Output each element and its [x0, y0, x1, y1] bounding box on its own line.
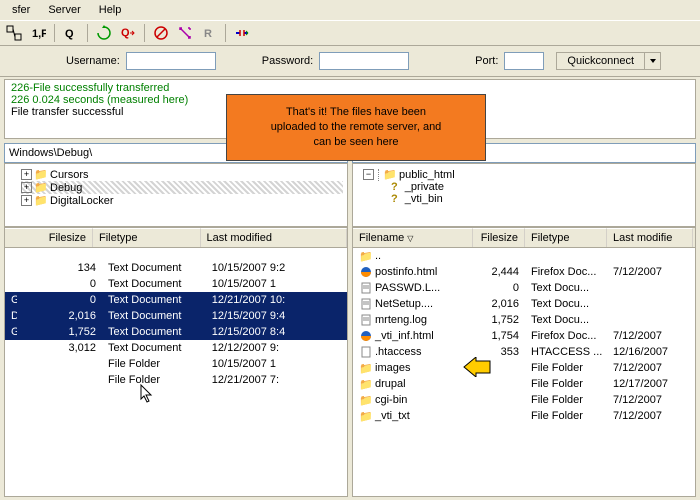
table-row[interactable]: G1,752Text Document12/15/2007 8:4 — [5, 324, 347, 340]
unknown-icon: ? — [391, 193, 398, 205]
expand-icon[interactable]: + — [21, 195, 32, 206]
local-columns: Filesize Filetype Last modified — [5, 228, 347, 248]
log-line: 226-File successfully transferred — [11, 82, 689, 94]
folder-icon: 📁 — [383, 168, 397, 181]
folder-icon: 📁 — [34, 194, 48, 207]
toolbar-separator — [54, 24, 55, 42]
tutorial-callout: That's it! The files have been uploaded … — [226, 94, 486, 161]
table-row[interactable]: PASSWD.L...0Text Docu... — [353, 280, 695, 296]
table-row[interactable]: .htaccess353HTACCESS ...12/16/2007 — [353, 344, 695, 360]
process-queue-icon[interactable]: Q — [118, 23, 138, 43]
quickconnect-dropdown-icon[interactable] — [645, 52, 661, 70]
text-file-icon — [359, 297, 373, 311]
password-input[interactable] — [319, 52, 409, 70]
table-row[interactable]: 📁imagesFile Folder7/12/2007 — [353, 360, 695, 376]
svg-text:R: R — [204, 28, 212, 40]
folder-icon: 📁 — [34, 168, 48, 181]
local-file-list[interactable]: Filesize Filetype Last modified 134Text … — [4, 227, 348, 497]
password-label: Password: — [262, 55, 313, 67]
collapse-icon[interactable]: − — [363, 169, 374, 180]
text-file-icon — [359, 281, 373, 295]
local-tree[interactable]: +📁Cursors +📁Debug +📁DigitalLocker — [4, 163, 348, 227]
table-row[interactable]: mrteng.log1,752Text Docu... — [353, 312, 695, 328]
unknown-icon: ? — [391, 181, 398, 193]
toolbar-separator — [87, 24, 88, 42]
col-lastmod[interactable]: Last modified — [201, 228, 347, 247]
col-filetype[interactable]: Filetype — [525, 228, 607, 247]
username-input[interactable] — [126, 52, 216, 70]
table-row[interactable]: 📁drupalFile Folder12/17/2007 — [353, 376, 695, 392]
expand-icon[interactable]: + — [21, 169, 32, 180]
table-row[interactable]: NetSetup....2,016Text Docu... — [353, 296, 695, 312]
firefox-file-icon — [359, 265, 373, 279]
text-file-icon — [359, 313, 373, 327]
col-filesize[interactable]: Filesize — [5, 228, 93, 247]
folder-icon: 📁 — [359, 409, 373, 423]
table-row[interactable]: 0Text Document10/15/2007 1 — [5, 276, 347, 292]
tree-node[interactable]: DigitalLocker — [50, 195, 114, 207]
table-row[interactable]: G0Text Document12/21/2007 10: — [5, 292, 347, 308]
sort-desc-icon: ▽ — [407, 234, 413, 243]
svg-text:1,F: 1,F — [32, 28, 46, 40]
table-row[interactable]: File Folder12/21/2007 7: — [5, 372, 347, 388]
table-row[interactable]: postinfo.html2,444Firefox Doc...7/12/200… — [353, 264, 695, 280]
table-row[interactable]: _vti_inf.html1,754Firefox Doc...7/12/200… — [353, 328, 695, 344]
table-row[interactable]: 📁cgi-binFile Folder7/12/2007 — [353, 392, 695, 408]
callout-text: uploaded to the remote server, and — [235, 120, 477, 135]
folder-icon: 📁 — [359, 377, 373, 391]
remote-columns: Filename▽ Filesize Filetype Last modifie — [353, 228, 695, 248]
col-filesize[interactable]: Filesize — [473, 228, 525, 247]
folder-icon: 📁 — [34, 181, 48, 194]
expand-icon[interactable]: + — [21, 182, 32, 193]
quickconnect-button[interactable]: Quickconnect — [556, 52, 645, 70]
parent-dir-icon: 📁 — [359, 249, 373, 263]
file-icon — [359, 345, 373, 359]
menu-bar: sfer Server Help — [0, 0, 700, 20]
mouse-cursor-icon — [140, 384, 156, 407]
queue-icon[interactable]: Q — [61, 23, 81, 43]
col-filetype[interactable]: Filetype — [93, 228, 201, 247]
disconnect-icon[interactable] — [232, 23, 252, 43]
tree-node[interactable]: Cursors — [50, 169, 89, 181]
firefox-file-icon — [359, 329, 373, 343]
svg-text:Q: Q — [65, 28, 74, 40]
tree-node[interactable]: Debug — [50, 182, 82, 194]
table-row[interactable]: 3,012Text Document12/12/2007 9: — [5, 340, 347, 356]
table-row[interactable]: 134Text Document10/15/2007 9:2 — [5, 260, 347, 276]
port-label: Port: — [475, 55, 498, 67]
cancel-icon[interactable] — [151, 23, 171, 43]
svg-text:Q: Q — [121, 27, 130, 39]
table-row[interactable]: 📁_vti_txtFile Folder7/12/2007 — [353, 408, 695, 424]
remote-tree[interactable]: −📁public_html ? _private ? _vti_bin — [352, 163, 696, 227]
refresh-icon[interactable] — [94, 23, 114, 43]
callout-text: That's it! The files have been — [235, 105, 477, 120]
remote-file-list[interactable]: Filename▽ Filesize Filetype Last modifie… — [352, 227, 696, 497]
folder-icon: 📁 — [359, 393, 373, 407]
col-lastmod[interactable]: Last modifie — [607, 228, 693, 247]
callout-text: can be seen here — [235, 135, 477, 150]
toolbar-separator — [225, 24, 226, 42]
table-row[interactable]: 📁.. — [353, 248, 695, 264]
stop-icon[interactable] — [175, 23, 195, 43]
table-row[interactable]: DG2,016Text Document12/15/2007 9:4 — [5, 308, 347, 324]
port-input[interactable] — [504, 52, 544, 70]
menu-transfer[interactable]: sfer — [4, 2, 38, 18]
highlight-arrow-icon — [462, 357, 492, 380]
menu-server[interactable]: Server — [40, 2, 88, 18]
tree-node[interactable]: _vti_bin — [405, 193, 443, 205]
quickconnect-bar: Username: Password: Port: Quickconnect — [0, 46, 700, 77]
toggle-icon[interactable]: 1,F — [28, 23, 48, 43]
table-row[interactable]: File Folder10/15/2007 1 — [5, 356, 347, 372]
col-filename[interactable]: Filename▽ — [353, 228, 473, 247]
toolbar-separator — [144, 24, 145, 42]
tree-node[interactable]: public_html — [399, 169, 455, 181]
site-manager-icon[interactable] — [4, 23, 24, 43]
toolbar: 1,F Q Q R — [0, 20, 700, 46]
tree-node[interactable]: _private — [405, 181, 444, 193]
username-label: Username: — [66, 55, 120, 67]
folder-icon: 📁 — [359, 361, 373, 375]
menu-help[interactable]: Help — [91, 2, 130, 18]
reconnect-icon[interactable]: R — [199, 23, 219, 43]
